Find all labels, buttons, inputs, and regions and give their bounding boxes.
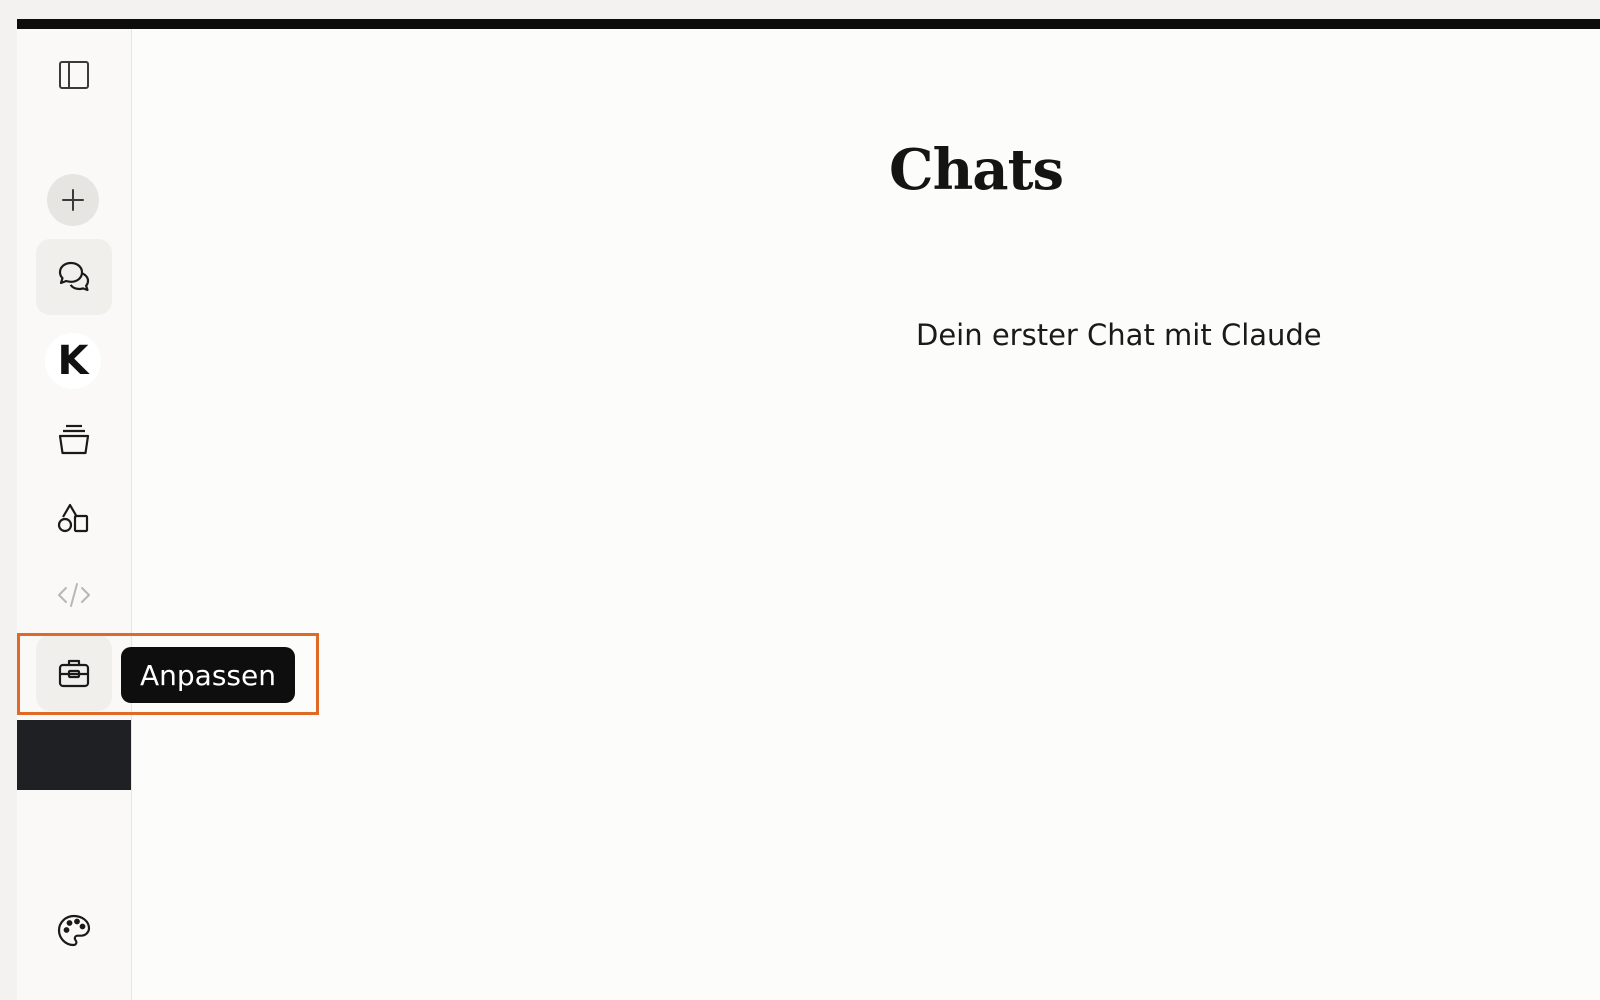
shapes-icon xyxy=(57,503,89,533)
sidebar-item-artifacts[interactable] xyxy=(36,480,112,556)
top-bar xyxy=(17,19,1600,29)
tooltip: Anpassen xyxy=(121,647,295,703)
stack-icon xyxy=(58,424,90,455)
sidebar-item-chats[interactable] xyxy=(36,239,112,315)
code-icon xyxy=(58,583,90,607)
sidebar-item-code[interactable] xyxy=(36,557,112,633)
tooltip-label: Anpassen xyxy=(140,658,276,692)
sidebar-item-appearance[interactable] xyxy=(36,893,112,969)
briefcase-icon xyxy=(58,659,90,688)
sidebar: K xyxy=(17,29,132,1000)
avatar[interactable]: K xyxy=(45,333,101,389)
page-title: Chats xyxy=(889,137,1064,203)
sidebar-item-projects[interactable] xyxy=(36,402,112,478)
chat-bubbles-icon xyxy=(58,261,90,292)
plus-icon xyxy=(62,189,84,211)
sidebar-panel-icon xyxy=(59,61,89,89)
toggle-sidebar-button[interactable] xyxy=(36,37,112,113)
sidebar-item-customize[interactable] xyxy=(36,635,112,711)
new-chat-button[interactable] xyxy=(47,174,99,226)
app-window: K Chats Dein erster Chat mit Claude xyxy=(17,29,1600,1000)
dark-panel xyxy=(17,720,131,790)
chat-list-item[interactable]: Dein erster Chat mit Claude xyxy=(916,318,1322,352)
palette-icon xyxy=(57,914,91,947)
avatar-k-icon: K xyxy=(57,338,89,384)
